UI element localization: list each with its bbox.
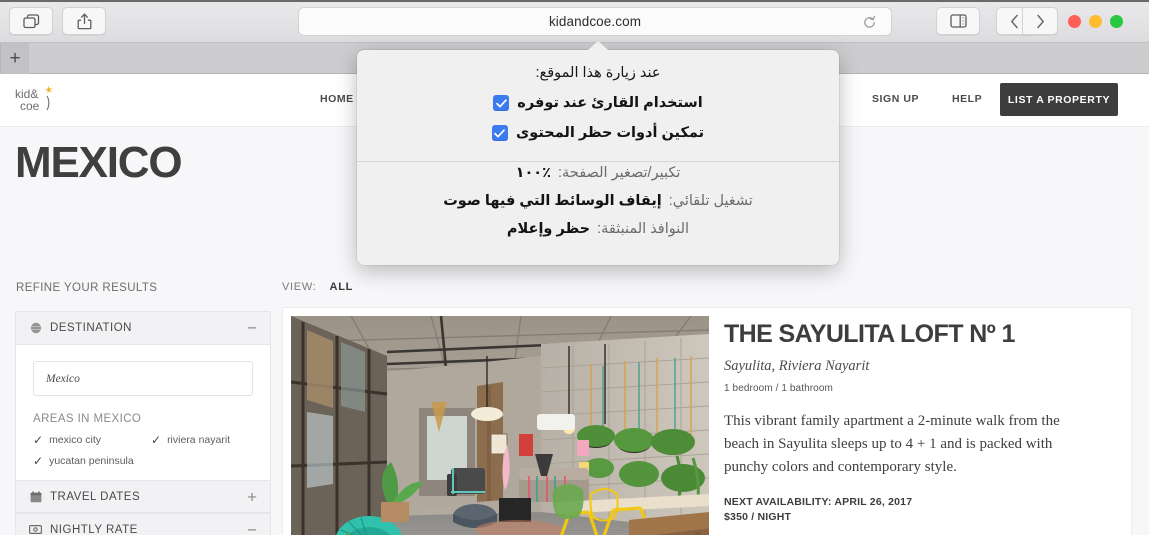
tab-overview-icon [949, 14, 967, 28]
filter-section-destination-body: AREAS IN MEXICO ✓ mexico city ✓ riviera … [16, 345, 270, 480]
areas-checkbox-grid: ✓ mexico city ✓ riviera nayarit ✓ yucata… [33, 434, 253, 467]
popover-setting-key-auto-play: تشغيل تلقائي: [668, 193, 753, 209]
refine-results-label: REFINE YOUR RESULTS [16, 282, 158, 294]
popover-checkbox-row-content-blockers[interactable]: تمكين أدوات حظر المحتوى [357, 125, 839, 141]
filter-toggle-destination[interactable]: − [247, 320, 257, 337]
sidebar-toggle-button[interactable] [9, 7, 53, 35]
checkbox-content-blockers[interactable] [491, 125, 508, 141]
chevron-left-icon [1010, 14, 1019, 29]
share-button[interactable] [62, 7, 106, 35]
popover-setting-auto-play[interactable]: تشغيل تلقائي: إيقاف الوسائط التي فيها صو… [357, 193, 839, 209]
popover-divider [357, 161, 839, 162]
reload-icon[interactable] [862, 15, 877, 35]
popover-checkbox-label-content-blockers: تمكين أدوات حظر المحتوى [515, 125, 705, 141]
area-checkbox-yucatan-peninsula[interactable]: ✓ yucatan peninsula [33, 455, 147, 467]
nav-item-help[interactable]: HELP [952, 93, 982, 105]
destination-input[interactable] [33, 361, 253, 396]
property-info: THE SAYULITA LOFT Nº 1 Sayulita, Riviera… [724, 320, 1117, 535]
forward-button[interactable] [1022, 7, 1058, 35]
view-label: VIEW: [282, 281, 317, 293]
filter-section-travel-dates-header[interactable]: TRAVEL DATES + [16, 480, 270, 513]
svg-text:coe: coe [20, 99, 40, 113]
browser-toolbar: kidandcoe.com [0, 0, 1149, 43]
view-value[interactable]: ALL [330, 281, 353, 293]
checkbox-reader[interactable] [493, 95, 510, 111]
area-label: mexico city [49, 434, 101, 446]
address-bar[interactable]: kidandcoe.com [298, 7, 892, 36]
filter-title-destination: DESTINATION [50, 322, 132, 334]
area-label: yucatan peninsula [49, 455, 134, 467]
new-tab-label: + [9, 48, 21, 69]
area-label: riviera nayarit [167, 434, 231, 446]
loft-interior-photo[interactable]: kid& coe [291, 316, 709, 535]
popover-heading: عند زيارة هذا الموقع: [535, 65, 661, 81]
property-title[interactable]: THE SAYULITA LOFT Nº 1 [724, 320, 1117, 349]
property-listing-card: kid& coe THE SAYULITA LOFT Nº 1 Sayulita… [282, 307, 1132, 535]
popover-setting-value-pop-up-windows[interactable]: حظر وإعلام [507, 221, 590, 237]
popover-setting-key-page-zoom: تكبير/تصغير الصفحة: [558, 165, 681, 181]
area-checkbox-riviera-nayarit[interactable]: ✓ riviera nayarit [151, 434, 253, 446]
browser-window: kidandcoe.com + kid& coe HOME SIGN UP HE… [0, 0, 1149, 535]
area-checkbox-mexico-city[interactable]: ✓ mexico city [33, 434, 147, 446]
sidebar-toggle-icon [22, 13, 40, 29]
popover-checkbox-label-reader: استخدام القارئ عند توفره [517, 95, 703, 111]
money-icon [29, 523, 42, 535]
popover-setting-value-auto-play[interactable]: إيقاف الوسائط التي فيها صوت [443, 193, 662, 209]
filter-section-nightly-rate-header[interactable]: NIGHTLY RATE − [16, 513, 270, 535]
close-window-button[interactable] [1068, 15, 1081, 28]
property-description: This vibrant family apartment a 2-minute… [724, 412, 1060, 476]
new-tab-button[interactable]: + [0, 43, 29, 74]
filter-toggle-travel-dates[interactable]: + [247, 488, 257, 505]
chevron-right-icon [1036, 14, 1045, 29]
minimize-window-button[interactable] [1089, 15, 1102, 28]
popover-checkbox-row-reader[interactable]: استخدام القارئ عند توفره [357, 95, 839, 111]
nav-item-home[interactable]: HOME [320, 93, 354, 105]
popover-setting-pop-up-windows[interactable]: النوافذ المنبثقة: حظر وإعلام [357, 221, 839, 237]
filter-toggle-nightly-rate[interactable]: − [247, 521, 257, 535]
property-price: $350 / NIGHT [724, 511, 792, 524]
website-settings-popover: عند زيارة هذا الموقع: استخدام القارئ عند… [357, 41, 839, 265]
share-icon [77, 13, 92, 30]
calendar-icon [29, 490, 42, 503]
popover-setting-key-pop-up-windows: النوافذ المنبثقة: [597, 221, 690, 237]
popover-setting-page-zoom[interactable]: تكبير/تصغير الصفحة: ٪١٠٠ [357, 165, 839, 181]
filter-section-destination-header[interactable]: DESTINATION − [16, 312, 270, 345]
globe-icon [29, 322, 42, 335]
checkmark-icon: ✓ [151, 433, 162, 447]
tab-overview-button[interactable] [936, 7, 980, 35]
list-a-property-button[interactable]: LIST A PROPERTY [1000, 83, 1118, 116]
property-location: Sayulita, Riviera Nayarit [724, 357, 870, 374]
filter-title-nightly-rate: NIGHTLY RATE [50, 523, 138, 535]
checkmark-icon: ✓ [33, 433, 44, 447]
address-bar-text: kidandcoe.com [548, 14, 642, 29]
property-availability: NEXT AVAILABILITY: APRIL 26, 2017 [724, 496, 913, 509]
view-selector: VIEW: ALL [282, 281, 353, 293]
window-controls [1068, 15, 1123, 28]
page-title: MEXICO [15, 138, 183, 187]
nav-item-signup[interactable]: SIGN UP [872, 93, 919, 105]
popover-setting-value-page-zoom[interactable]: ٪١٠٠ [516, 165, 551, 181]
zoom-window-button[interactable] [1110, 15, 1123, 28]
property-rooms: 1 bedroom / 1 bathroom [724, 382, 833, 394]
site-logo[interactable]: kid& coe [13, 84, 61, 120]
filter-title-travel-dates: TRAVEL DATES [50, 490, 141, 503]
areas-label: AREAS IN MEXICO [33, 413, 142, 425]
filters-panel: DESTINATION − AREAS IN MEXICO ✓ mexico c… [15, 311, 271, 535]
checkmark-icon: ✓ [33, 454, 44, 468]
